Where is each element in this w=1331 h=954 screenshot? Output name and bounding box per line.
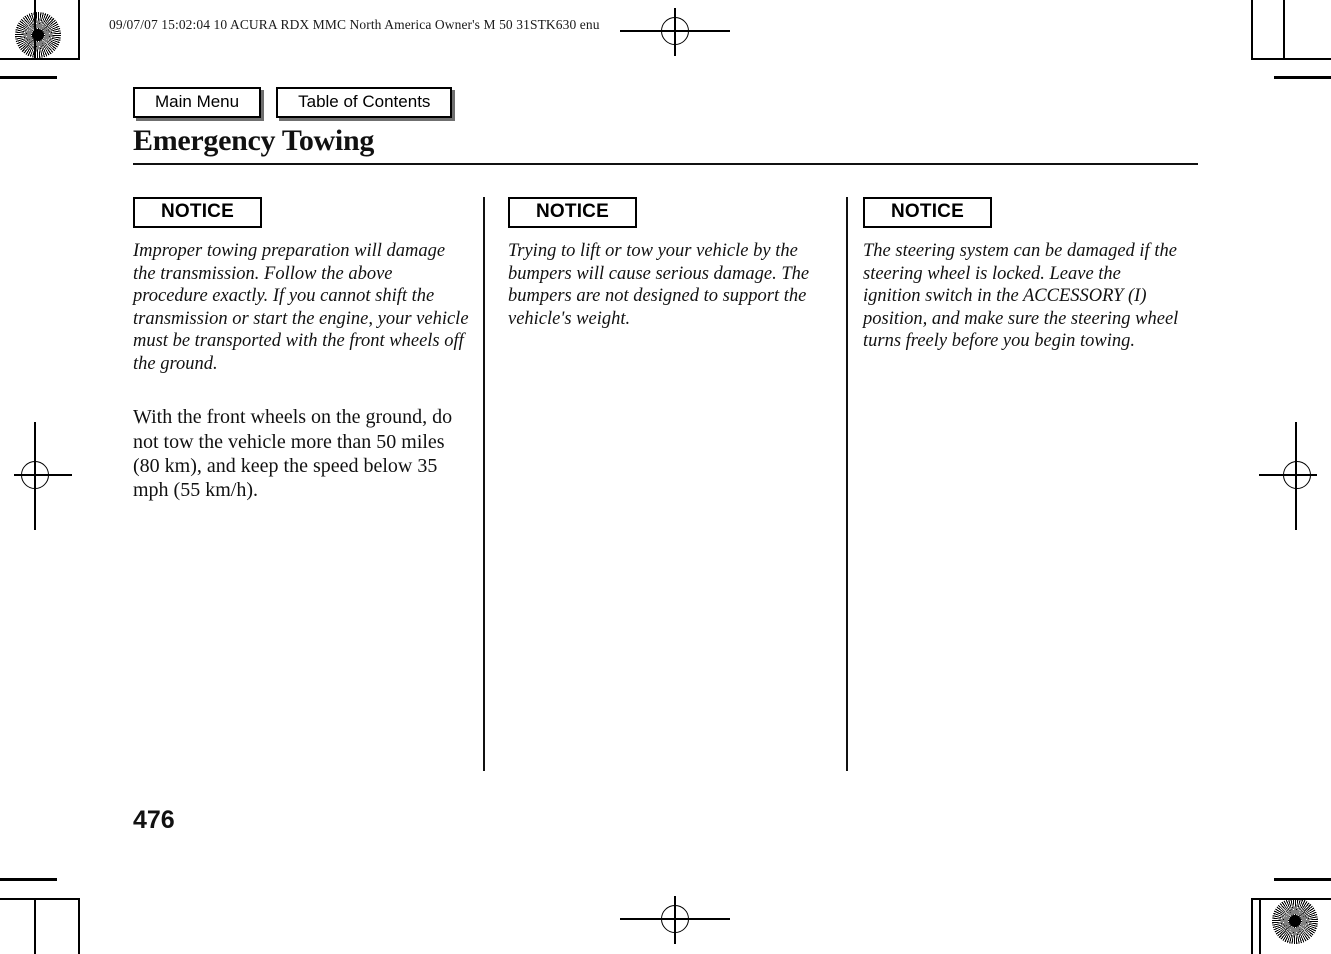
trim-line-top-right [1274,76,1331,79]
page-title: Emergency Towing [133,124,375,157]
crop-mark-top-left-horizontal [0,58,80,60]
crosshair-left-center-circle [21,461,49,489]
trim-line-bottom-left [0,878,57,881]
notice-badge: NOTICE [863,197,992,228]
crosshair-right-center-circle [1283,461,1311,489]
towing-distance-text: With the front wheels on the ground, do … [133,406,453,501]
registration-star-top-left [15,12,61,58]
bleed-mark-right-upper [1283,0,1285,58]
page-number: 476 [133,806,175,834]
crop-mark-bottom-left-vertical [78,898,80,954]
notice-badge: NOTICE [508,197,637,228]
crop-mark-bottom-right-vertical [1251,898,1253,954]
notice-column-3: NOTICE The steering system can be damage… [843,197,1198,502]
table-of-contents-button[interactable]: Table of Contents [276,87,453,118]
notice-column-1: NOTICE Improper towing preparation will … [133,197,488,502]
bleed-mark-right-lower [1259,898,1261,954]
bleed-mark-left-upper [34,0,36,58]
crop-mark-top-right-vertical [1251,0,1253,60]
trim-line-top-left [0,76,57,79]
crop-mark-bottom-right-horizontal [1251,898,1331,900]
crosshair-top-center-circle [661,17,689,45]
trim-line-bottom-right [1274,878,1331,881]
notice-badge: NOTICE [133,197,262,228]
document-meta-line: 09/07/07 15:02:04 10 ACURA RDX MMC North… [109,17,600,32]
registration-star-bottom-right [1272,898,1318,944]
crop-mark-bottom-left-horizontal [0,898,80,900]
navigation-bar: Main Menu Table of Contents [133,87,453,118]
bleed-mark-left-lower [34,898,36,954]
crop-mark-top-left-vertical [78,0,80,60]
crosshair-bottom-center-circle [661,905,689,933]
content-columns: NOTICE Improper towing preparation will … [133,197,1198,502]
notice-body-text: Trying to lift or tow your vehicle by th… [508,241,810,329]
main-menu-button[interactable]: Main Menu [133,87,262,118]
title-divider-rule [133,163,1198,165]
crop-mark-top-right-horizontal [1251,58,1331,60]
notice-column-2: NOTICE Trying to lift or tow your vehicl… [488,197,843,502]
notice-body-text: Improper towing preparation will damage … [133,241,469,374]
notice-body-text: The steering system can be damaged if th… [863,241,1179,352]
